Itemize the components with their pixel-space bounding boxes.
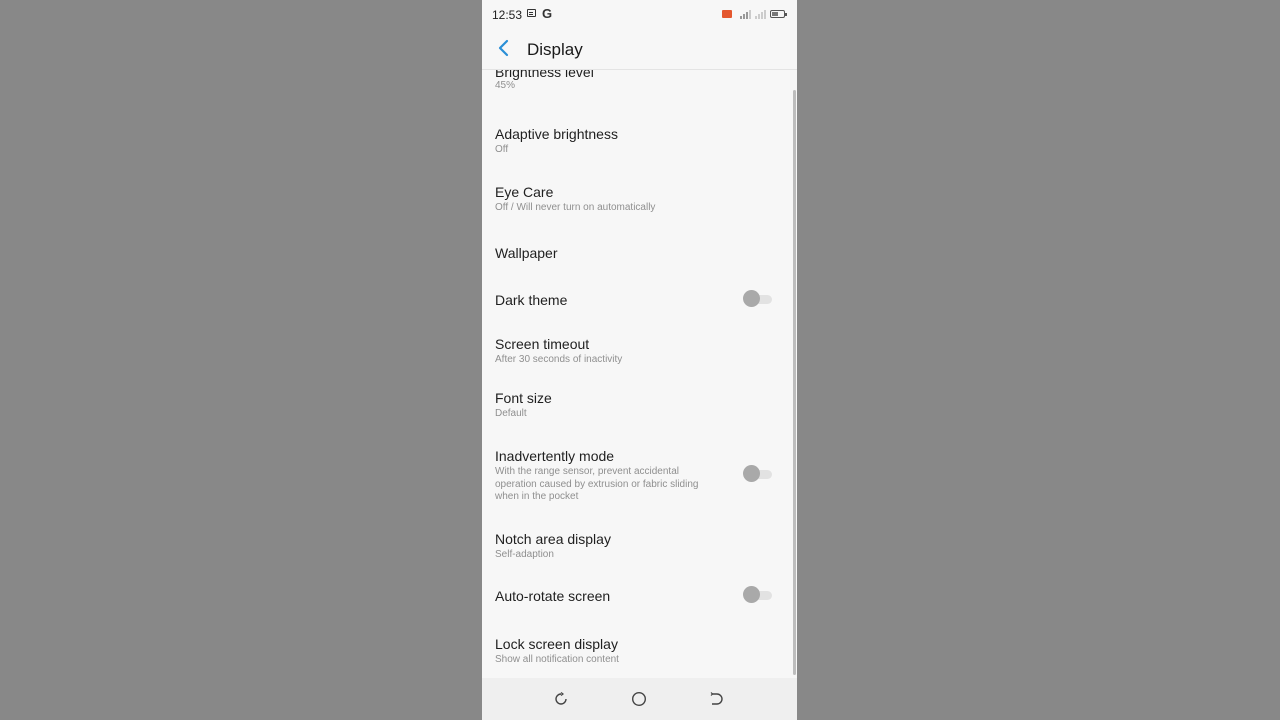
setting-subtitle: Self-adaption: [495, 549, 554, 560]
message-icon: [527, 9, 536, 17]
setting-subtitle: 45%: [495, 80, 516, 91]
google-icon: G: [542, 6, 553, 21]
left-background: [0, 0, 482, 720]
navigation-bar: [482, 678, 797, 720]
setting-subtitle: Default: [495, 408, 527, 419]
cast-icon: [722, 10, 732, 18]
toggle-knob: [743, 465, 760, 482]
setting-screen-timeout[interactable]: Screen timeout After 30 seconds of inact…: [482, 332, 797, 382]
signal-icon: [740, 10, 752, 19]
setting-eye-care[interactable]: Eye Care Off / Will never turn on automa…: [482, 180, 797, 230]
setting-auto-rotate-screen[interactable]: Auto-rotate screen: [482, 578, 797, 623]
back-nav-button[interactable]: [707, 690, 725, 708]
auto-rotate-toggle[interactable]: [743, 586, 773, 604]
home-button[interactable]: [630, 690, 648, 708]
back-button[interactable]: [492, 36, 516, 60]
setting-brightness-level[interactable]: Brightness level 45%: [482, 70, 797, 104]
setting-inadvertently-mode[interactable]: Inadvertently mode With the range sensor…: [482, 444, 797, 514]
setting-title: Notch area display: [495, 531, 611, 547]
signal-icon: [755, 10, 767, 19]
toggle-knob: [743, 586, 760, 603]
status-bar: 12:53 G: [482, 0, 797, 28]
chevron-left-icon: [498, 39, 509, 57]
page-title: Display: [527, 40, 583, 59]
home-icon: [631, 691, 647, 707]
setting-subtitle: With the range sensor, prevent accidenta…: [495, 466, 699, 502]
inadvertently-mode-toggle[interactable]: [743, 465, 773, 483]
setting-subtitle: Show all notification content: [495, 654, 619, 665]
setting-title: Dark theme: [495, 292, 568, 308]
recents-button[interactable]: [552, 690, 570, 708]
scrollbar[interactable]: [793, 90, 796, 675]
setting-adaptive-brightness[interactable]: Adaptive brightness Off: [482, 122, 797, 172]
settings-list[interactable]: Brightness level 45% Adaptive brightness…: [482, 70, 797, 678]
toggle-knob: [743, 290, 760, 307]
setting-title: Screen timeout: [495, 336, 590, 352]
setting-notch-area-display[interactable]: Notch area display Self-adaption: [482, 527, 797, 577]
setting-title: Eye Care: [495, 184, 554, 200]
battery-icon: [770, 10, 787, 18]
setting-title: Brightness level: [495, 70, 594, 80]
setting-title: Font size: [495, 390, 552, 406]
app-bar: Display: [482, 28, 797, 70]
battery-level: [772, 12, 778, 16]
setting-font-size[interactable]: Font size Default: [482, 386, 797, 436]
setting-subtitle: Off: [495, 144, 509, 155]
back-icon: [710, 692, 723, 705]
setting-subtitle: After 30 seconds of inactivity: [495, 354, 623, 365]
setting-lock-screen-display[interactable]: Lock screen display Show all notificatio…: [482, 632, 797, 677]
setting-wallpaper[interactable]: Wallpaper: [482, 235, 797, 280]
setting-title: Inadvertently mode: [495, 448, 615, 464]
setting-title: Adaptive brightness: [495, 126, 618, 142]
setting-subtitle: Off / Will never turn on automatically: [495, 202, 656, 213]
dark-theme-toggle[interactable]: [743, 290, 773, 308]
recents-icon: [555, 692, 567, 705]
setting-title: Lock screen display: [495, 636, 618, 652]
setting-title: Auto-rotate screen: [495, 588, 611, 604]
right-background: [797, 0, 1280, 720]
setting-title: Wallpaper: [495, 245, 558, 261]
setting-dark-theme[interactable]: Dark theme: [482, 282, 797, 327]
status-time: 12:53: [492, 8, 523, 22]
phone-screen: 12:53 G Display Brightness level 45% Ada…: [482, 0, 797, 720]
